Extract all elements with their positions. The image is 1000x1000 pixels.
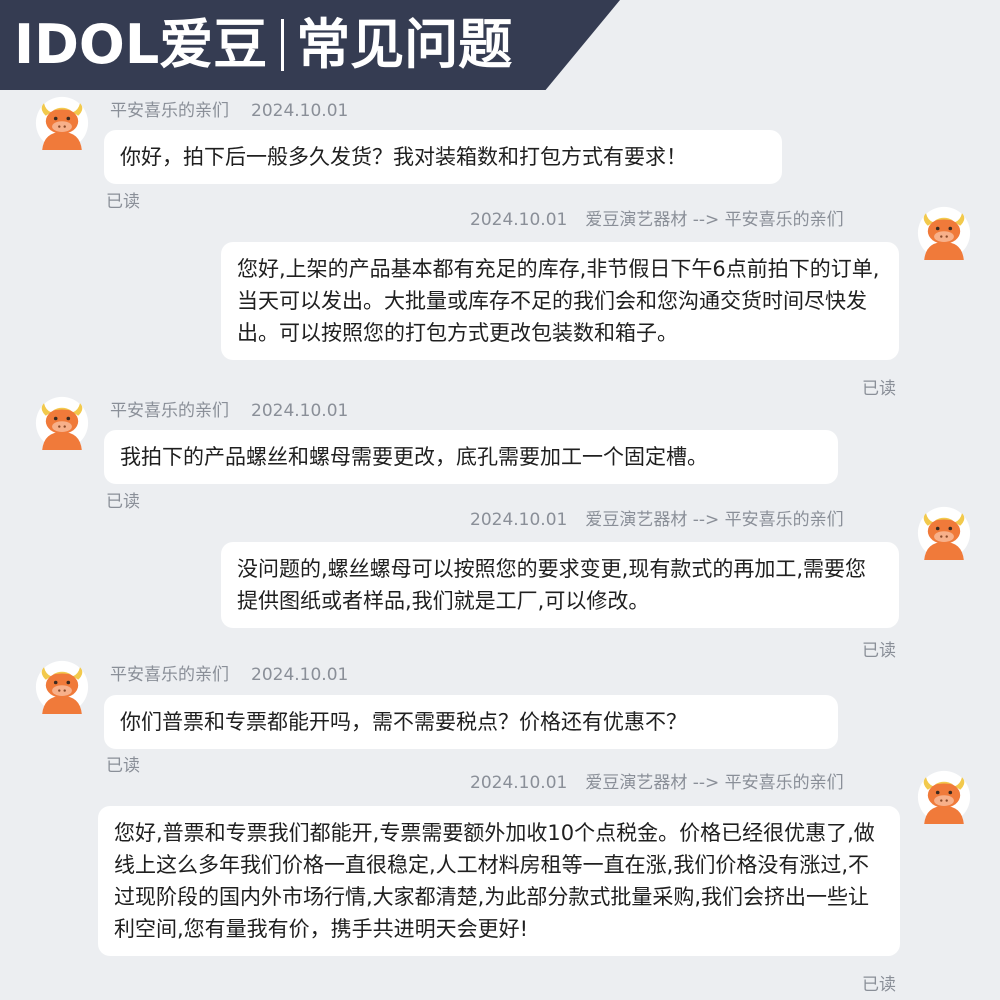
read-status: 已读 bbox=[862, 379, 896, 399]
message-date: 2024.10.01 bbox=[470, 210, 568, 230]
message-meta: 平安喜乐的亲们 2024.10.01 bbox=[110, 399, 348, 423]
read-status: 已读 bbox=[106, 492, 140, 512]
message-text: 你好，拍下后一般多久发货？我对装箱数和打包方式有要求！ bbox=[120, 145, 687, 169]
message-date: 2024.10.01 bbox=[470, 773, 568, 793]
message-text: 您好,上架的产品基本都有充足的库存,非节假日下午6点前拍下的订单,当天可以发出。… bbox=[237, 257, 880, 345]
customer-avatar-icon[interactable] bbox=[35, 660, 89, 714]
read-status: 已读 bbox=[862, 641, 896, 661]
message-bubble[interactable]: 你好，拍下后一般多久发货？我对装箱数和打包方式有要求！ bbox=[104, 130, 782, 184]
message-route: 爱豆演艺器材 --> 平安喜乐的亲们 bbox=[585, 510, 844, 530]
sender-name: 平安喜乐的亲们 bbox=[110, 401, 229, 421]
message-text: 您好,普票和专票我们都能开,专票需要额外加收10个点税金。价格已经很优惠了,做线… bbox=[114, 821, 875, 941]
page-title: IDOL爱豆 常见问题 bbox=[14, 10, 512, 80]
message-route: 爱豆演艺器材 --> 平安喜乐的亲们 bbox=[585, 210, 844, 230]
message-text: 没问题的,螺丝螺母可以按照您的要求变更,现有款式的再加工,需要您提供图纸或者样品… bbox=[237, 557, 867, 613]
message-bubble[interactable]: 我拍下的产品螺丝和螺母需要更改，底孔需要加工一个固定槽。 bbox=[104, 430, 838, 484]
seller-avatar-icon[interactable] bbox=[917, 206, 971, 260]
message-route: 爱豆演艺器材 --> 平安喜乐的亲们 bbox=[585, 773, 844, 793]
message-text: 我拍下的产品螺丝和螺母需要更改，底孔需要加工一个固定槽。 bbox=[120, 445, 708, 469]
message-date: 2024.10.01 bbox=[251, 665, 349, 685]
sender-name: 平安喜乐的亲们 bbox=[110, 101, 229, 121]
message-meta: 2024.10.01 爱豆演艺器材 --> 平安喜乐的亲们 bbox=[470, 771, 844, 795]
message-bubble[interactable]: 没问题的,螺丝螺母可以按照您的要求变更,现有款式的再加工,需要您提供图纸或者样品… bbox=[221, 542, 899, 628]
read-status: 已读 bbox=[106, 756, 140, 776]
message-date: 2024.10.01 bbox=[251, 101, 349, 121]
read-status: 已读 bbox=[106, 192, 140, 212]
sender-name: 平安喜乐的亲们 bbox=[110, 665, 229, 685]
message-meta: 平安喜乐的亲们 2024.10.01 bbox=[110, 99, 348, 123]
section-title: 常见问题 bbox=[296, 13, 513, 76]
title-divider bbox=[281, 19, 285, 72]
message-text: 你们普票和专票都能开吗，需不需要税点？价格还有优惠不？ bbox=[120, 710, 687, 734]
message-meta: 2024.10.01 爱豆演艺器材 --> 平安喜乐的亲们 bbox=[470, 208, 844, 232]
read-status: 已读 bbox=[862, 975, 896, 995]
seller-avatar-icon[interactable] bbox=[917, 770, 971, 824]
brand-name: IDOL爱豆 bbox=[14, 13, 268, 76]
message-date: 2024.10.01 bbox=[470, 510, 568, 530]
message-bubble[interactable]: 您好,上架的产品基本都有充足的库存,非节假日下午6点前拍下的订单,当天可以发出。… bbox=[221, 242, 899, 360]
message-date: 2024.10.01 bbox=[251, 401, 349, 421]
message-meta: 2024.10.01 爱豆演艺器材 --> 平安喜乐的亲们 bbox=[470, 508, 844, 532]
seller-avatar-icon[interactable] bbox=[917, 506, 971, 560]
customer-avatar-icon[interactable] bbox=[35, 96, 89, 150]
customer-avatar-icon[interactable] bbox=[35, 396, 89, 450]
message-meta: 平安喜乐的亲们 2024.10.01 bbox=[110, 663, 348, 687]
message-bubble[interactable]: 您好,普票和专票我们都能开,专票需要额外加收10个点税金。价格已经很优惠了,做线… bbox=[98, 806, 900, 956]
message-bubble[interactable]: 你们普票和专票都能开吗，需不需要税点？价格还有优惠不？ bbox=[104, 695, 838, 749]
